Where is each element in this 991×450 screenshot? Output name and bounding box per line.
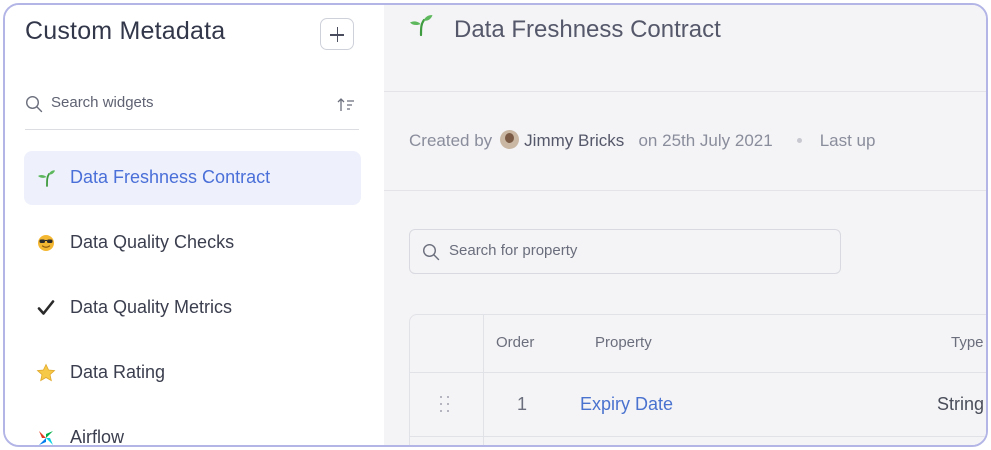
page-title: Data Freshness Contract: [454, 16, 721, 43]
sidebar: Custom Metadata Search widgets Data Fres…: [5, 5, 384, 445]
sidebar-item-label: Data Quality Metrics: [70, 297, 233, 317]
seedling-icon: [410, 15, 433, 37]
search-icon: [25, 95, 43, 113]
sidebar-item-data-freshness-contract[interactable]: Data Freshness Contract: [24, 151, 361, 205]
last-updated-label: Last up: [819, 131, 876, 150]
column-header-order[interactable]: Order: [496, 334, 534, 351]
sidebar-item-label: Data Freshness Contract: [70, 167, 271, 187]
created-date: 25th July 2021: [662, 131, 773, 150]
airflow-logo-icon: [39, 431, 53, 445]
property-search-field[interactable]: Search for property: [409, 229, 841, 274]
cell-property-link[interactable]: Expiry Date: [580, 394, 673, 415]
properties-table: Order Property Type 1 Expiry Date String: [409, 314, 986, 445]
cell-order: 1: [517, 394, 528, 414]
sidebar-item-label: Data Rating: [70, 362, 166, 382]
column-header-type[interactable]: Type: [951, 334, 984, 351]
on-label: on: [638, 131, 658, 150]
sunglasses-face-icon: [38, 235, 54, 251]
app-window: Custom Metadata Search widgets Data Fres…: [3, 3, 988, 447]
seedling-icon: [38, 170, 55, 187]
table-row[interactable]: 1 Expiry Date String: [410, 373, 986, 437]
search-icon: [422, 243, 440, 261]
author-name[interactable]: Jimmy Bricks: [524, 131, 624, 150]
avatar: [500, 130, 520, 149]
table-header: Order Property Type: [410, 315, 986, 373]
sidebar-item-data-quality-metrics[interactable]: Data Quality Metrics: [24, 281, 361, 335]
column-header-property[interactable]: Property: [595, 334, 652, 351]
created-info: Created by Jimmy Bricks on 25th July 2021…: [409, 130, 875, 151]
main-panel: Data Freshness Contract Created by Jimmy …: [384, 5, 986, 445]
sidebar-item-label: Airflow: [70, 427, 125, 447]
sort-icon[interactable]: [337, 97, 355, 113]
meta-bar: Created by Jimmy Bricks on 25th July 2021…: [384, 92, 986, 191]
add-widget-button[interactable]: [320, 18, 354, 50]
created-by-label: Created by: [409, 131, 493, 150]
sidebar-item-data-rating[interactable]: Data Rating: [24, 346, 361, 400]
widget-search[interactable]: Search widgets: [25, 87, 359, 130]
sidebar-item-data-quality-checks[interactable]: Data Quality Checks: [24, 216, 361, 270]
cell-type: String: [937, 394, 985, 414]
separator-dot: [796, 138, 802, 143]
star-icon: [36, 363, 56, 382]
sidebar-item-label: Data Quality Checks: [70, 232, 235, 252]
drag-handle-icon[interactable]: [440, 396, 452, 414]
page-header: Data Freshness Contract: [384, 5, 986, 92]
sidebar-title: Custom Metadata: [25, 17, 226, 45]
checkmark-icon: [37, 300, 55, 315]
property-search-input[interactable]: Search for property: [449, 242, 577, 259]
widget-search-input[interactable]: Search widgets: [51, 94, 154, 111]
sidebar-item-airflow[interactable]: Airflow: [24, 411, 361, 447]
